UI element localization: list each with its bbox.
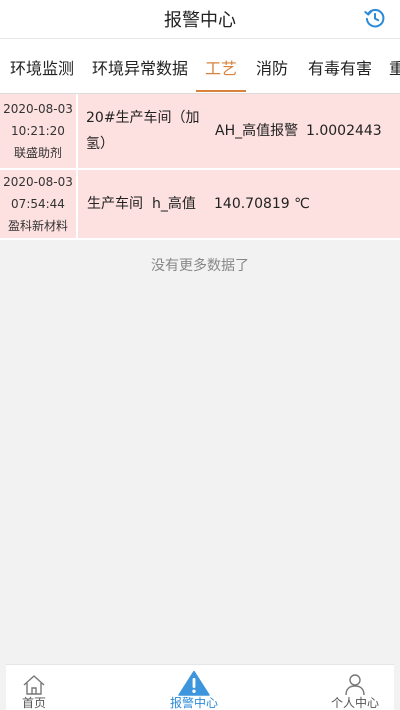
tab-more[interactable]: 重 — [382, 39, 400, 93]
page-title: 报警中心 — [164, 10, 236, 31]
alarm-row[interactable]: 2020-08-03 07:54:44 盈科新材料 生产车间 h_高值 140.… — [0, 170, 400, 240]
tab-label: 工艺 — [204, 58, 237, 78]
nav-label: 首页 — [21, 696, 46, 710]
alarm-details: 20#生产车间（加氢） AH_高值报警 1.0002443 — [78, 94, 400, 168]
category-tabs: 环境监测 环境异常数据 工艺 消防 有毒有害 重 — [0, 38, 400, 94]
nav-label: 报警中心 — [169, 696, 218, 710]
alarm-meta: 2020-08-03 10:21:20 联盛助剂 — [0, 94, 78, 168]
alarm-company: 盈科新材料 — [7, 219, 68, 233]
home-icon — [23, 675, 45, 695]
tab-toxic-harmful[interactable]: 有毒有害 — [298, 39, 382, 93]
alarm-time: 10:21:20 — [11, 124, 65, 138]
tab-label: 有毒有害 — [307, 58, 372, 78]
history-button[interactable] — [362, 5, 388, 31]
tab-fire-protection[interactable]: 消防 — [246, 39, 298, 93]
alarm-location: 生产车间 — [87, 196, 143, 212]
bottom-navigation: 首页 报警中心 个人中心 — [6, 664, 394, 710]
tab-label: 环境异常数据 — [91, 58, 188, 78]
alarm-details: 生产车间 h_高值 140.70819 ℃ — [78, 170, 400, 238]
alarm-location: 20#生产车间（加氢） — [86, 110, 200, 152]
alarm-meta: 2020-08-03 07:54:44 盈科新材料 — [0, 170, 78, 238]
alarm-value: 140.70819 ℃ — [214, 196, 310, 212]
alarm-type: AH_高值报警 — [215, 123, 299, 139]
history-icon — [364, 8, 385, 28]
tab-environment-monitoring[interactable]: 环境监测 — [0, 39, 84, 93]
nav-label: 个人中心 — [330, 696, 379, 710]
app-header: 报警中心 — [0, 0, 400, 38]
alarm-row[interactable]: 2020-08-03 10:21:20 联盛助剂 20#生产车间（加氢） AH_… — [0, 94, 400, 170]
alarm-date: 2020-08-03 — [3, 175, 73, 189]
nav-alarm-center[interactable]: 报警中心 — [158, 665, 230, 710]
alarm-date: 2020-08-03 — [3, 102, 73, 116]
nav-personal-center[interactable]: 个人中心 — [320, 665, 390, 710]
alarm-company: 联盛助剂 — [13, 146, 62, 160]
user-icon — [345, 674, 365, 696]
active-tab-indicator — [196, 90, 246, 92]
warning-icon — [178, 670, 210, 696]
tab-environment-anomaly[interactable]: 环境异常数据 — [84, 39, 196, 93]
nav-home[interactable]: 首页 — [6, 665, 62, 710]
tab-label: 环境监测 — [9, 58, 74, 78]
tab-label: 重 — [389, 55, 400, 79]
tab-label: 消防 — [255, 58, 288, 78]
no-more-data-text: 没有更多数据了 — [151, 258, 249, 274]
alarm-time: 07:54:44 — [11, 197, 65, 211]
alarm-value: 1.0002443 — [306, 123, 382, 139]
tab-process[interactable]: 工艺 — [196, 39, 246, 93]
alarm-list: 2020-08-03 10:21:20 联盛助剂 20#生产车间（加氢） AH_… — [0, 94, 400, 240]
alarm-type: h_高值 — [152, 196, 196, 212]
